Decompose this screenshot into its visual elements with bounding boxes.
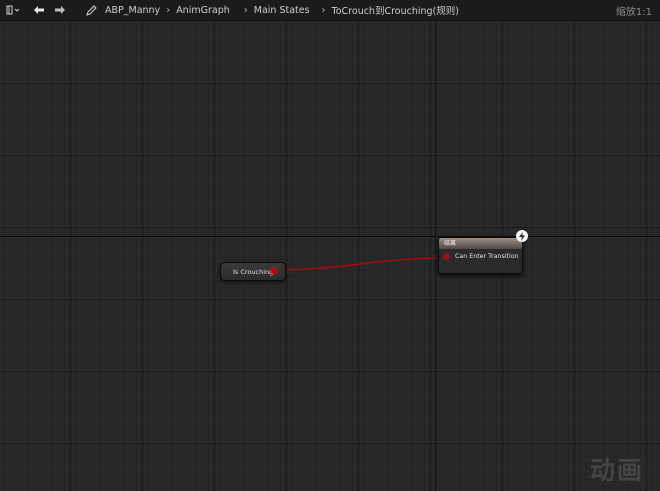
breadcrumb-separator-icon: › [166,4,171,16]
graph-type-watermark: 动画 [589,456,644,485]
result-node-title: 结果 [439,238,522,249]
graph-menu-icon [6,5,20,15]
breadcrumb-transition-rule[interactable]: ToCrouch到Crouching(规则) [332,3,459,17]
forward-arrow-icon [55,6,65,14]
breadcrumb-animgraph[interactable]: AnimGraph [176,5,230,16]
pencil-icon [85,4,97,16]
forward-button[interactable] [51,0,69,20]
connection-wire[interactable] [0,21,660,491]
breadcrumb-separator-icon: › [243,4,248,16]
graph-toolbar: ABP_Manny › AnimGraph › Main States › To… [0,0,660,21]
lightning-bolt-icon [516,230,528,242]
output-bool-pin[interactable] [271,268,277,274]
can-enter-transition-label: Can Enter Transition [455,253,519,260]
is-crouching-variable-node[interactable]: Is Crouching [220,262,286,281]
is-crouching-label: Is Crouching [233,267,274,276]
breadcrumb-separator-icon: › [321,4,326,16]
back-button[interactable] [30,0,48,20]
breadcrumb-state-machine[interactable]: Main States [254,5,310,16]
graph-canvas[interactable]: Is Crouching 结果 Can Enter Transition 动画 [0,21,660,491]
can-enter-transition-input-pin[interactable] [444,254,449,259]
graph-menu-button[interactable] [2,0,24,20]
breadcrumb-blueprint[interactable]: ABP_Manny [105,5,160,16]
edit-graph-button[interactable] [83,0,99,20]
back-arrow-icon [34,6,44,14]
result-node[interactable]: 结果 Can Enter Transition [438,237,523,274]
zoom-level: 缩放1:1 [615,7,652,18]
